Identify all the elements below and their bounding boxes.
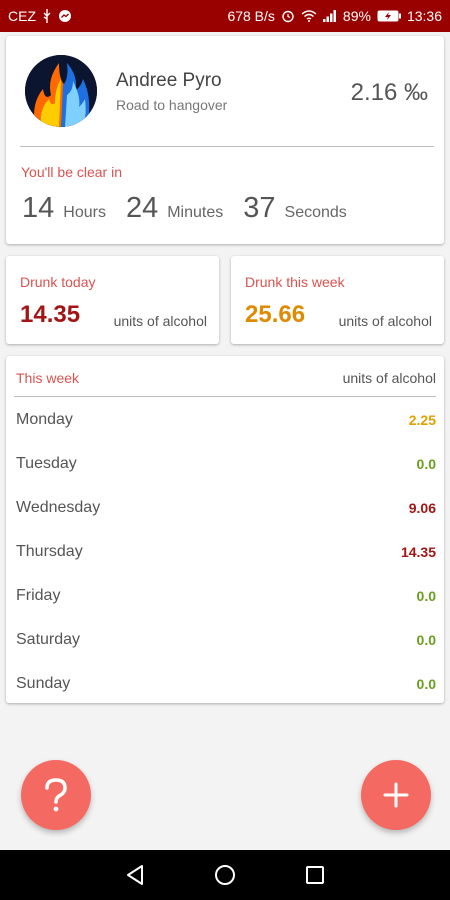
back-triangle-icon[interactable] <box>115 855 155 895</box>
day-value: 0.0 <box>416 632 436 648</box>
drunk-today-value: 14.35 <box>20 301 81 328</box>
countdown-hours: 14 <box>22 192 55 224</box>
day-value: 9.06 <box>408 500 436 516</box>
week-title: This week <box>16 370 80 386</box>
day-name: Friday <box>16 587 61 604</box>
battery-charging-icon <box>377 10 401 22</box>
drunk-week-card[interactable]: Drunk this week 25.66 units of alcohol <box>231 256 444 344</box>
day-name: Saturday <box>16 631 81 648</box>
usb-icon <box>42 9 52 23</box>
carrier-name: CEZ <box>8 8 36 24</box>
countdown-seconds-label: Seconds <box>284 204 347 221</box>
drunk-week-value: 25.66 <box>245 301 306 328</box>
battery-percent: 89% <box>342 8 371 24</box>
alarm-icon <box>281 9 295 23</box>
drunk-today-card[interactable]: Drunk today 14.35 units of alcohol <box>6 256 219 344</box>
user-name: Andree Pyro <box>116 70 222 91</box>
countdown-hours-label: Hours <box>63 204 106 221</box>
status-bar: CEZ 678 B/s 89% 13:36 <box>0 0 450 32</box>
messenger-icon <box>58 9 72 23</box>
home-circle-icon[interactable] <box>205 855 245 895</box>
plus-icon <box>383 782 409 808</box>
clear-in-label: You'll be clear in <box>21 164 123 180</box>
day-name: Wednesday <box>16 499 101 516</box>
drunk-week-unit: units of alcohol <box>338 313 432 329</box>
countdown-minutes: 24 <box>125 192 159 224</box>
day-value: 2.25 <box>408 412 436 428</box>
question-mark-icon <box>45 778 67 812</box>
profile-divider <box>20 146 434 147</box>
recents-square-icon[interactable] <box>295 855 335 895</box>
drunk-today-label: Drunk today <box>20 274 96 290</box>
user-status-subtitle: Road to hangover <box>116 97 228 113</box>
day-value: 0.0 <box>416 676 436 692</box>
day-value: 0.0 <box>416 456 436 472</box>
profile-card: Andree Pyro Road to hangover 2.16 ‰ You'… <box>6 36 444 244</box>
day-row-thursday[interactable]: Thursday 14.35 <box>16 530 436 574</box>
week-breakdown-card: This week units of alcohol Monday 2.25 T… <box>6 356 444 703</box>
day-name: Tuesday <box>16 455 77 472</box>
sober-countdown: 14 Hours 24 Minutes 37 Seconds <box>22 192 367 225</box>
day-name: Thursday <box>16 543 83 560</box>
day-name: Sunday <box>16 675 71 692</box>
day-value: 0.0 <box>416 588 436 604</box>
countdown-seconds: 37 <box>243 192 276 224</box>
add-drink-button[interactable] <box>361 760 431 830</box>
help-button[interactable] <box>21 760 91 830</box>
fire-avatar-image <box>25 55 97 127</box>
day-row-sunday[interactable]: Sunday 0.0 <box>16 662 436 706</box>
day-row-wednesday[interactable]: Wednesday 9.06 <box>16 486 436 530</box>
drunk-today-unit: units of alcohol <box>113 313 207 329</box>
signal-icon <box>322 10 337 22</box>
day-row-tuesday[interactable]: Tuesday 0.0 <box>16 442 436 486</box>
day-row-saturday[interactable]: Saturday 0.0 <box>16 618 436 662</box>
navigation-bar <box>0 850 450 900</box>
week-unit-header: units of alcohol <box>342 370 436 386</box>
wifi-icon <box>301 10 317 22</box>
day-value: 14.35 <box>400 544 436 560</box>
clock: 13:36 <box>406 8 442 24</box>
day-name: Monday <box>16 411 73 428</box>
countdown-minutes-label: Minutes <box>167 204 224 221</box>
day-row-monday[interactable]: Monday 2.25 <box>16 398 436 442</box>
network-speed: 678 B/s <box>227 8 275 24</box>
status-right: 678 B/s 89% 13:36 <box>227 8 442 24</box>
drunk-week-label: Drunk this week <box>245 274 345 290</box>
day-row-friday[interactable]: Friday 0.0 <box>16 574 436 618</box>
status-left: CEZ <box>8 8 72 24</box>
week-divider <box>14 396 436 397</box>
avatar[interactable] <box>25 55 97 127</box>
blood-alcohol-value: 2.16 ‰ <box>350 79 428 106</box>
